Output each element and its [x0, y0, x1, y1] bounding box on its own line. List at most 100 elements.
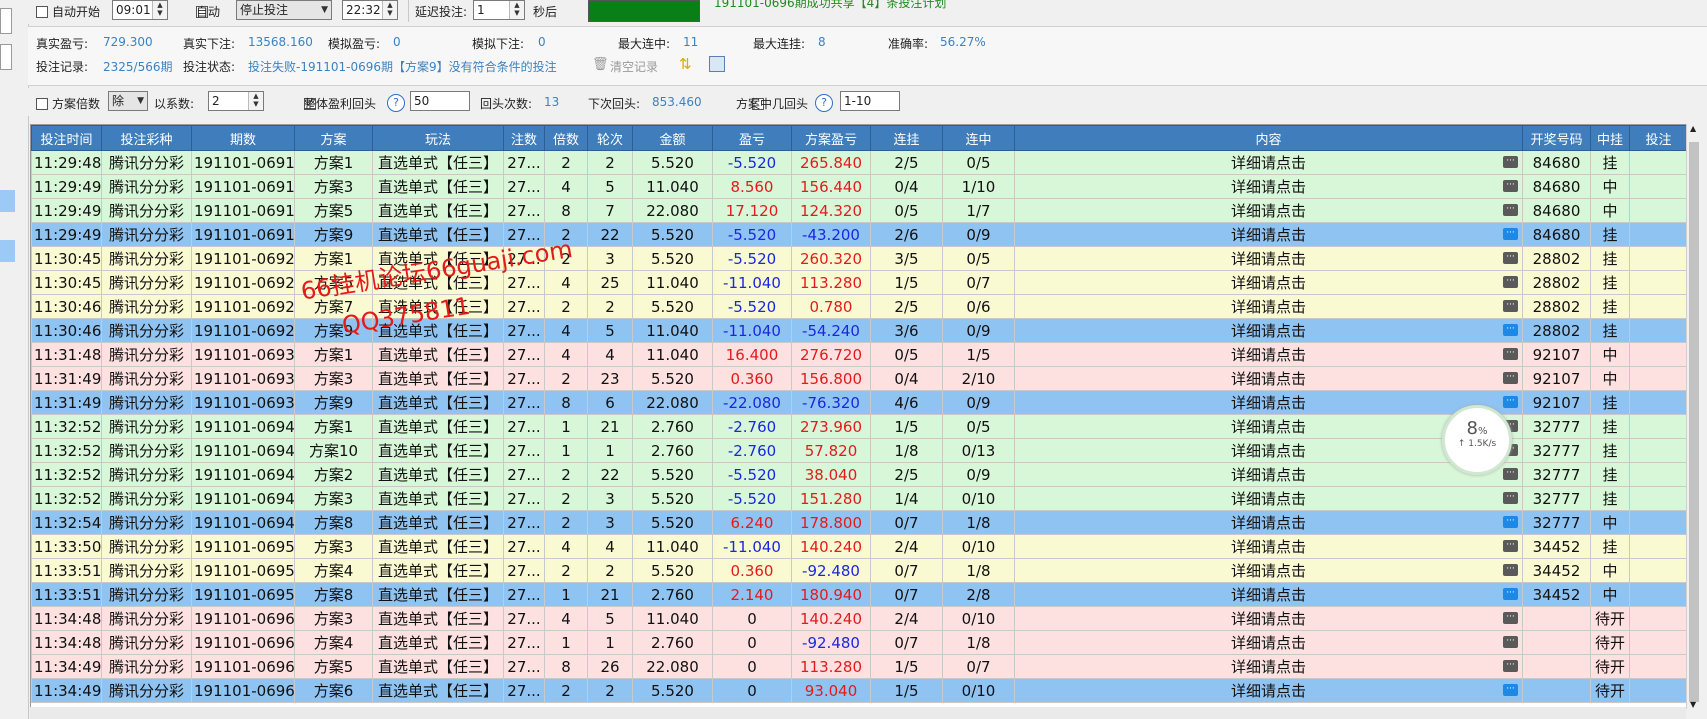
details-link[interactable]: 详细请点击 — [1231, 346, 1306, 364]
message-icon[interactable]: ··· — [1503, 684, 1518, 696]
left-edge-field[interactable] — [0, 8, 12, 34]
cell-content[interactable]: 详细请点击 ··· — [1014, 582, 1523, 607]
operator-select[interactable]: 除 ▼ — [108, 91, 148, 111]
table-row[interactable]: 11:30:46 腾讯分分彩 191101-0692 方案7 直选单式【任三】 27...… — [31, 294, 1687, 319]
auto-mode-select[interactable]: 停止投注 ▼ — [236, 0, 332, 20]
details-link[interactable]: 详细请点击 — [1231, 466, 1306, 484]
table-row[interactable]: 11:31:49 腾讯分分彩 191101-0693 方案9 直选单式【任三】 27...… — [31, 390, 1687, 415]
details-link[interactable]: 详细请点击 — [1231, 178, 1306, 196]
table-row[interactable]: 11:32:52 腾讯分分彩 191101-0694 方案2 直选单式【任三】 27...… — [31, 462, 1687, 487]
delay-input[interactable]: 1 ▲ ▼ — [473, 0, 525, 20]
network-monitor[interactable]: 8% ↑ 1.5K/s — [1442, 405, 1512, 475]
table-row[interactable]: 11:29:49 腾讯分分彩 191101-0691 方案9 直选单式【任三】 27...… — [31, 222, 1687, 247]
details-link[interactable]: 详细请点击 — [1231, 322, 1306, 340]
column-header[interactable]: 玩法 — [372, 125, 504, 151]
trash-icon[interactable]: 🗑 — [592, 57, 609, 72]
cell-content[interactable]: 详细请点击 ··· — [1014, 606, 1523, 631]
spinner-arrows-icon[interactable]: ▲ ▼ — [382, 1, 397, 19]
cell-content[interactable]: 详细请点击 ··· — [1014, 678, 1523, 703]
message-icon[interactable]: ··· — [1503, 564, 1518, 576]
details-link[interactable]: 详细请点击 — [1231, 682, 1306, 700]
table-row[interactable]: 11:30:45 腾讯分分彩 191101-0692 方案1 直选单式【任三】 27...… — [31, 246, 1687, 271]
cell-content[interactable]: 详细请点击 ··· — [1014, 294, 1523, 319]
overall-back-input[interactable]: 50 — [410, 91, 470, 111]
details-link[interactable]: 详细请点击 — [1231, 298, 1306, 316]
table-row[interactable]: 11:32:52 腾讯分分彩 191101-0694 方案1 直选单式【任三】 27...… — [31, 414, 1687, 439]
help-icon[interactable]: ? — [387, 94, 405, 112]
details-link[interactable]: 详细请点击 — [1231, 202, 1306, 220]
table-row[interactable]: 11:32:54 腾讯分分彩 191101-0694 方案8 直选单式【任三】 27...… — [31, 510, 1687, 535]
column-header[interactable]: 中挂 — [1590, 125, 1630, 151]
clear-records-button[interactable]: 清空记录 — [610, 58, 658, 75]
message-icon[interactable]: ··· — [1503, 396, 1518, 408]
message-icon[interactable]: ··· — [1503, 588, 1518, 600]
column-header[interactable]: 开奖号码 — [1522, 125, 1591, 151]
table-row[interactable]: 11:34:49 腾讯分分彩 191101-0696 方案6 直选单式【任三】 27...… — [31, 678, 1687, 703]
message-icon[interactable]: ··· — [1503, 156, 1518, 168]
column-header[interactable]: 投注 — [1629, 125, 1687, 151]
message-icon[interactable]: ··· — [1503, 612, 1518, 624]
sort-arrows-icon[interactable]: ⇅ — [679, 55, 695, 73]
message-icon[interactable]: ··· — [1503, 372, 1518, 384]
column-header[interactable]: 盈亏 — [712, 125, 792, 151]
auto-time-input[interactable]: 22:32 ▲ ▼ — [342, 0, 398, 20]
details-link[interactable]: 详细请点击 — [1231, 394, 1306, 412]
column-header[interactable]: 连中 — [942, 125, 1015, 151]
message-icon[interactable]: ··· — [1503, 204, 1518, 216]
column-header[interactable]: 倍数 — [544, 125, 588, 151]
auto-start-time-input[interactable]: 09:01 ▲ ▼ — [112, 0, 168, 20]
cell-content[interactable]: 详细请点击 ··· — [1014, 654, 1523, 679]
message-icon[interactable]: ··· — [1503, 636, 1518, 648]
message-icon[interactable]: ··· — [1503, 516, 1518, 528]
details-link[interactable]: 详细请点击 — [1231, 442, 1306, 460]
cell-content[interactable]: 详细请点击 ··· — [1014, 630, 1523, 655]
spinner-arrows-icon[interactable]: ▲ ▼ — [248, 92, 263, 110]
table-row[interactable]: 11:29:48 腾讯分分彩 191101-0691 方案1 直选单式【任三】 27...… — [31, 150, 1687, 175]
column-header[interactable]: 连挂 — [870, 125, 943, 151]
message-icon[interactable]: ··· — [1503, 348, 1518, 360]
cell-content[interactable]: 详细请点击 ··· — [1014, 534, 1523, 559]
details-link[interactable]: 详细请点击 — [1231, 538, 1306, 556]
table-row[interactable]: 11:29:49 腾讯分分彩 191101-0691 方案5 直选单式【任三】 27...… — [31, 198, 1687, 223]
message-icon[interactable]: ··· — [1503, 252, 1518, 264]
details-link[interactable]: 详细请点击 — [1231, 634, 1306, 652]
details-link[interactable]: 详细请点击 — [1231, 274, 1306, 292]
left-edge-field[interactable] — [0, 44, 12, 70]
multiplier-checkbox[interactable] — [36, 97, 48, 110]
cell-content[interactable]: 详细请点击 ··· — [1014, 222, 1523, 247]
message-icon[interactable]: ··· — [1503, 180, 1518, 192]
table-row[interactable]: 11:33:50 腾讯分分彩 191101-0695 方案3 直选单式【任三】 27...… — [31, 534, 1687, 559]
column-header[interactable]: 投注时间 — [31, 125, 102, 151]
cell-content[interactable]: 详细请点击 ··· — [1014, 462, 1523, 487]
cell-content[interactable]: 详细请点击 ··· — [1014, 150, 1523, 175]
window-icon[interactable] — [709, 56, 725, 72]
message-icon[interactable]: ··· — [1503, 540, 1518, 552]
table-row[interactable]: 11:34:49 腾讯分分彩 191101-0696 方案5 直选单式【任三】 27...… — [31, 654, 1687, 679]
details-link[interactable]: 详细请点击 — [1231, 490, 1306, 508]
column-header[interactable]: 方案 — [294, 125, 373, 151]
column-header[interactable]: 轮次 — [587, 125, 633, 151]
column-header[interactable]: 金额 — [632, 125, 713, 151]
message-icon[interactable]: ··· — [1503, 660, 1518, 672]
details-link[interactable]: 详细请点击 — [1231, 586, 1306, 604]
cell-content[interactable]: 详细请点击 ··· — [1014, 198, 1523, 223]
spinner-arrows-icon[interactable]: ▲ ▼ — [152, 1, 167, 19]
cell-content[interactable]: 详细请点击 ··· — [1014, 174, 1523, 199]
details-link[interactable]: 详细请点击 — [1231, 250, 1306, 268]
spinner-arrows-icon[interactable]: ▲ ▼ — [509, 1, 524, 19]
details-link[interactable]: 详细请点击 — [1231, 610, 1306, 628]
cell-content[interactable]: 详细请点击 ··· — [1014, 510, 1523, 535]
table-row[interactable]: 11:34:48 腾讯分分彩 191101-0696 方案4 直选单式【任三】 27...… — [31, 630, 1687, 655]
table-row[interactable]: 11:33:51 腾讯分分彩 191101-0695 方案4 直选单式【任三】 27...… — [31, 558, 1687, 583]
cell-content[interactable]: 详细请点击 ··· — [1014, 366, 1523, 391]
details-link[interactable]: 详细请点击 — [1231, 154, 1306, 172]
cell-content[interactable]: 详细请点击 ··· — [1014, 390, 1523, 415]
cell-content[interactable]: 详细请点击 ··· — [1014, 246, 1523, 271]
cell-content[interactable]: 详细请点击 ··· — [1014, 270, 1523, 295]
details-link[interactable]: 详细请点击 — [1231, 370, 1306, 388]
vertical-scrollbar[interactable]: ▲ ▼ — [1686, 124, 1702, 709]
details-link[interactable]: 详细请点击 — [1231, 226, 1306, 244]
column-header[interactable]: 内容 — [1014, 125, 1523, 151]
message-icon[interactable]: ··· — [1503, 324, 1518, 336]
cell-content[interactable]: 详细请点击 ··· — [1014, 486, 1523, 511]
